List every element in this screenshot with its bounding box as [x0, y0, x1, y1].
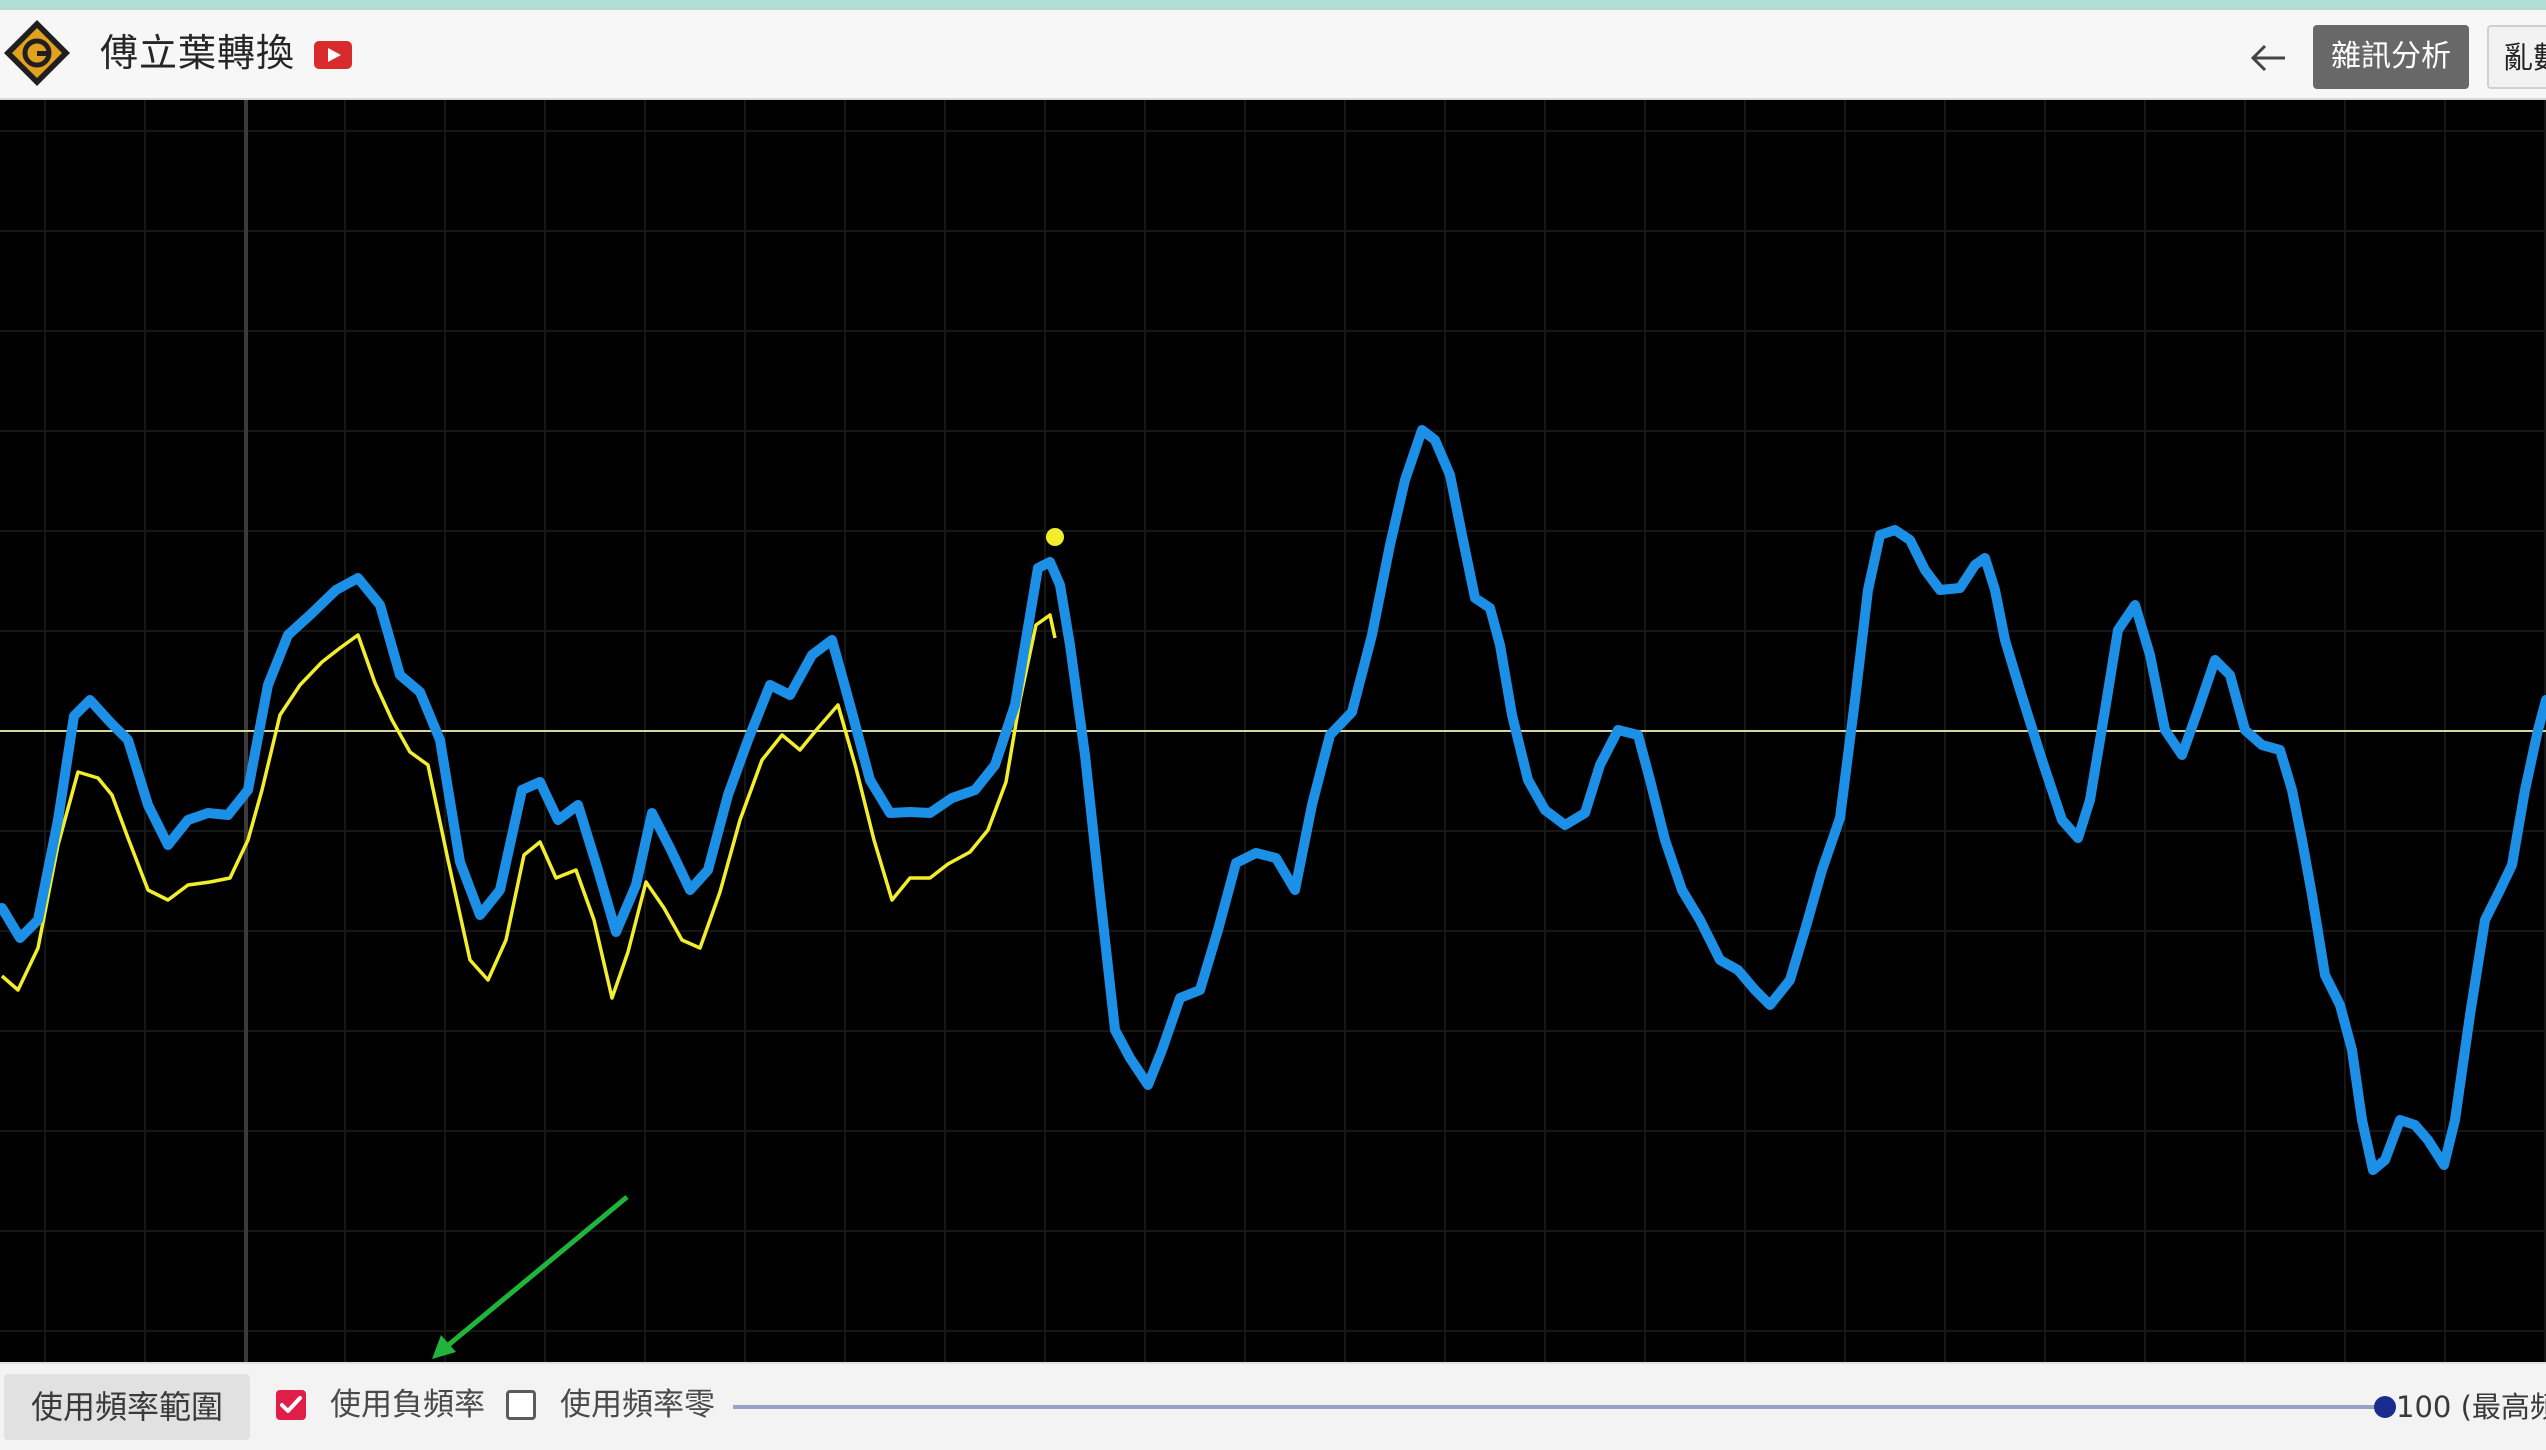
noise-analysis-button[interactable]: 雜訊分析 [2313, 25, 2469, 89]
max-frequency-slider[interactable] [733, 1405, 2385, 1409]
frequency-range-button[interactable]: 使用頻率範圍 [4, 1374, 250, 1440]
zero-frequency-label: 使用頻率零 [560, 1387, 715, 1423]
slider-value: 100 (最高頻 [2396, 1390, 2546, 1424]
signal-curve [0, 425, 2546, 1175]
graph-canvas[interactable] [0, 100, 2546, 1362]
negative-frequency-label: 使用負頻率 [330, 1387, 485, 1423]
checkmark-icon [280, 1396, 302, 1413]
top-strip [0, 0, 2546, 10]
app-title: 傅立葉轉換 [100, 31, 296, 75]
arrow-left-icon[interactable] [2245, 38, 2291, 78]
bottom-toolbar: 使用頻率範圍 使用負頻率 使用頻率零 100 (最高頻 [0, 1362, 2546, 1450]
random-button[interactable]: 亂數 [2487, 25, 2546, 89]
partial-sum-curve [0, 613, 1057, 1000]
youtube-play-icon[interactable] [313, 40, 353, 70]
trace-point [1046, 528, 1064, 546]
waveform-plot [0, 100, 2546, 1362]
zero-frequency-checkbox[interactable] [506, 1390, 536, 1420]
negative-frequency-checkbox[interactable] [276, 1390, 306, 1420]
app-header: 傅立葉轉換 雜訊分析 亂數 [0, 10, 2546, 100]
geogebra-logo-icon [4, 20, 70, 86]
slider-thumb[interactable] [2374, 1396, 2396, 1418]
annotation-arrow [432, 1195, 629, 1359]
